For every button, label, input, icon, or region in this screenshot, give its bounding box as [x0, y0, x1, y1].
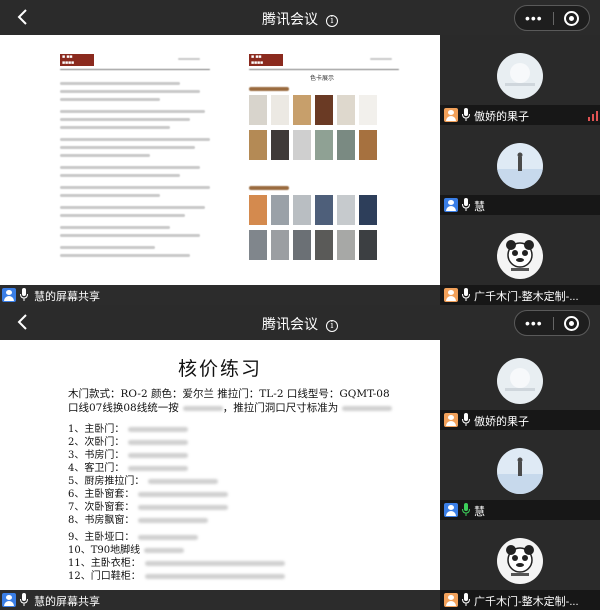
color-swatch [315, 95, 333, 125]
color-swatch [249, 130, 267, 160]
share-owner-label: 慧的屏幕共享 [34, 291, 100, 303]
participant-tile[interactable]: 广千木门-整木定制-... [440, 520, 600, 610]
color-swatch [249, 230, 267, 260]
color-swatch [337, 230, 355, 260]
meeting-window-top: 腾讯会议 i ••• ■ ■■ ■■■■ ■ ■■ ■■■■ 色卡展示 慧的屏幕… [0, 0, 600, 305]
pricing-item: 12、门口鞋柜： [68, 567, 285, 582]
color-swatch [249, 95, 267, 125]
screen-share-status-bar: 慧的屏幕共享 [0, 590, 440, 610]
color-swatch [271, 95, 289, 125]
shared-document-page-right: ■ ■■ ■■■■ 色卡展示 [235, 50, 405, 275]
microphone-icon [462, 593, 470, 606]
brand-logo: ■ ■■ ■■■■ [60, 54, 94, 66]
participant-tiles: 傲娇的果子 慧 广千木门-整木定制-... [440, 340, 600, 610]
signal-strength-icon [588, 109, 600, 121]
pricing-item: 8、书房飘窗： [68, 511, 209, 526]
color-swatch [315, 195, 333, 225]
mini-program-capsule: ••• [514, 310, 590, 336]
spec-line: 口线07线换08线统一按 [68, 402, 179, 414]
avatar [497, 143, 543, 189]
color-swatch [359, 195, 377, 225]
participant-name: 慧 [474, 201, 485, 213]
color-swatch [293, 230, 311, 260]
microphone-icon[interactable] [20, 288, 28, 302]
color-swatch [293, 95, 311, 125]
color-swatch [359, 130, 377, 160]
spec-line-tail: ，推拉门洞口尺寸标准为 [222, 402, 339, 414]
participant-tile[interactable]: 慧 [440, 125, 600, 215]
user-icon [444, 503, 458, 517]
info-icon[interactable]: i [326, 320, 338, 332]
close-target-icon[interactable] [564, 11, 579, 26]
microphone-icon [462, 108, 470, 121]
participant-name: 傲娇的果子 [474, 111, 529, 123]
document-title: 核价练习 [177, 358, 262, 380]
color-swatch [337, 95, 355, 125]
top-navigation-bar: 腾讯会议 i ••• [0, 0, 600, 35]
capsule-divider [553, 317, 554, 330]
more-options-icon[interactable]: ••• [525, 316, 543, 330]
info-icon[interactable]: i [326, 15, 338, 27]
user-icon [2, 593, 16, 607]
brand-logo: ■ ■■ ■■■■ [249, 54, 283, 66]
participant-name: 慧 [474, 506, 485, 518]
pricing-item-label: 12、门口鞋柜： [68, 571, 141, 582]
color-swatch [293, 130, 311, 160]
share-owner-label: 慧的屏幕共享 [34, 596, 100, 608]
user-icon [444, 288, 458, 302]
avatar [497, 538, 543, 584]
capsule-divider [553, 12, 554, 25]
user-icon [444, 198, 458, 212]
participant-tiles: 傲娇的果子 慧 广千木门-整木定制-... [440, 35, 600, 305]
color-swatch [271, 130, 289, 160]
user-icon [2, 288, 16, 302]
meeting-window-bottom: 腾讯会议 i ••• 核价练习 木门款式：RO-2 颜色：爱尔兰 推拉门：TL-2… [0, 305, 600, 610]
color-swatch [271, 230, 289, 260]
participant-tile[interactable]: 傲娇的果子 [440, 340, 600, 430]
user-icon [444, 593, 458, 607]
more-options-icon[interactable]: ••• [525, 11, 543, 25]
participant-tile[interactable]: 傲娇的果子 [440, 35, 600, 125]
user-icon [444, 108, 458, 122]
color-swatch [293, 195, 311, 225]
close-target-icon[interactable] [564, 316, 579, 331]
color-swatch [359, 230, 377, 260]
color-swatch [271, 195, 289, 225]
color-card-heading: 色卡展示 [310, 75, 335, 82]
spec-line: 木门款式：RO-2 颜色：爱尔兰 推拉门：TL-2 口线型号：GQMT-08 [68, 388, 390, 400]
participant-tile[interactable]: 广千木门-整木定制-... [440, 215, 600, 305]
participant-name: 傲娇的果子 [474, 416, 529, 428]
shared-pricing-document: 核价练习 木门款式：RO-2 颜色：爱尔兰 推拉门：TL-2 口线型号：GQMT… [0, 340, 440, 590]
color-swatch [315, 130, 333, 160]
microphone-icon [462, 198, 470, 211]
color-swatch [315, 230, 333, 260]
color-swatch [249, 195, 267, 225]
microphone-icon [462, 288, 470, 301]
microphone-icon [462, 503, 470, 516]
shared-document-page-left: ■ ■■ ■■■■ [50, 50, 220, 275]
mini-program-capsule: ••• [514, 5, 590, 31]
meeting-title: 腾讯会议 [262, 11, 318, 27]
screen-share-status-bar: 慧的屏幕共享 [0, 285, 440, 305]
participant-name: 广千木门-整木定制-... [474, 596, 579, 608]
avatar [497, 233, 543, 279]
pricing-item-label: 8、书房飘窗： [68, 515, 135, 526]
color-swatch [359, 95, 377, 125]
meeting-title: 腾讯会议 [262, 316, 318, 332]
participant-tile[interactable]: 慧 [440, 430, 600, 520]
microphone-icon[interactable] [20, 593, 28, 607]
avatar [497, 53, 543, 99]
avatar [497, 448, 543, 494]
screen-share-view[interactable]: ■ ■■ ■■■■ ■ ■■ ■■■■ 色卡展示 [0, 35, 440, 285]
microphone-icon [462, 413, 470, 426]
user-icon [444, 413, 458, 427]
participant-name: 广千木门-整木定制-... [474, 291, 579, 303]
color-swatch [337, 195, 355, 225]
top-navigation-bar: 腾讯会议 i ••• [0, 305, 600, 340]
screen-share-view[interactable]: 核价练习 木门款式：RO-2 颜色：爱尔兰 推拉门：TL-2 口线型号：GQMT… [0, 340, 440, 590]
avatar [497, 358, 543, 404]
color-swatch [337, 130, 355, 160]
